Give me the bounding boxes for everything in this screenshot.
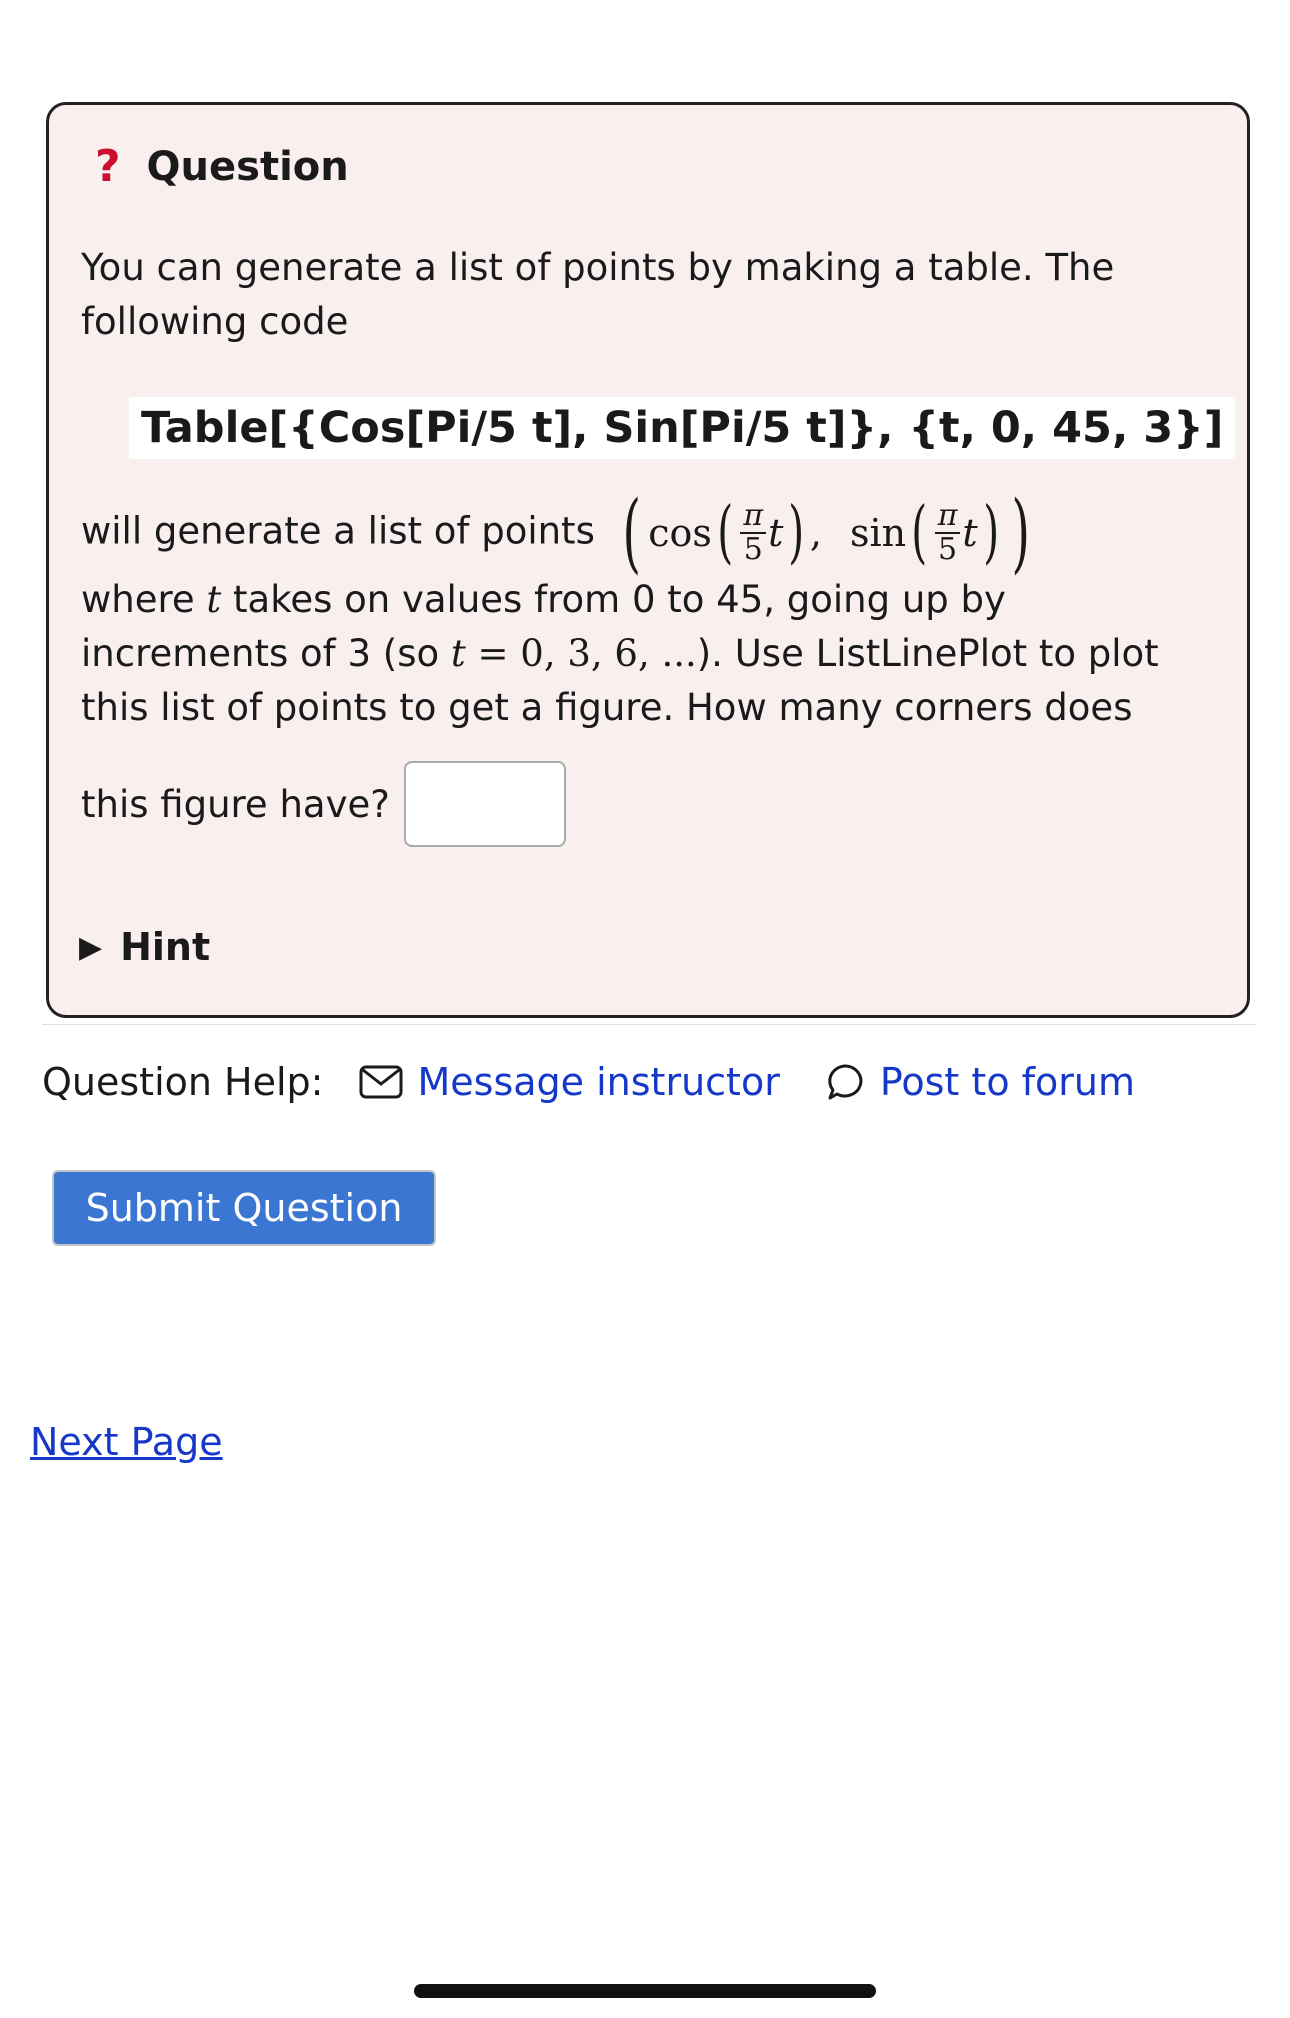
question-help-label: Question Help: xyxy=(42,1060,324,1104)
chat-bubble-icon xyxy=(828,1064,863,1100)
question-title: Question xyxy=(146,143,349,190)
question-body: where t takes on values from 0 to 45, go… xyxy=(81,578,1159,729)
triangle-right-icon: ▶ xyxy=(79,929,103,965)
formula-open-paren: ( xyxy=(622,483,641,583)
message-instructor-link[interactable]: Message instructor xyxy=(359,1060,780,1104)
formula-close-paren: ) xyxy=(1011,483,1031,583)
home-indicator xyxy=(414,1984,876,1998)
formula-prefix: will generate a list of points xyxy=(81,509,595,553)
submit-question-button[interactable]: Submit Question xyxy=(52,1170,436,1246)
formula-fraction: π 5 xyxy=(740,500,767,566)
answer-label: this figure have? xyxy=(81,782,390,826)
hint-label: Hint xyxy=(120,925,211,969)
formula-fraction: π 5 xyxy=(934,500,961,566)
formula-paren: ) xyxy=(788,493,805,572)
question-header: ? Question xyxy=(95,141,349,192)
answer-row: this figure have? xyxy=(81,761,566,847)
point-formula: ( cos ( π 5 t ) , sin ( π 5 t ) ) xyxy=(622,483,1031,583)
formula-paren: ( xyxy=(911,493,928,572)
divider xyxy=(42,1024,1256,1025)
formula-line: will generate a list of points ( cos ( π… xyxy=(81,483,1221,583)
envelope-icon xyxy=(359,1065,403,1099)
question-intro: You can generate a list of points by mak… xyxy=(81,246,1115,343)
answer-input[interactable] xyxy=(403,761,566,847)
question-help: Question Help: Message instructor Post t… xyxy=(42,1060,1181,1104)
post-to-forum-link[interactable]: Post to forum xyxy=(826,1060,1135,1104)
question-panel: ? Question You can generate a list of po… xyxy=(46,102,1250,1018)
formula-paren: ) xyxy=(982,493,999,572)
formula-sin: sin xyxy=(850,511,907,555)
code-snippet: Table[{Cos[Pi/5 t], Sin[Pi/5 t]}, {t, 0,… xyxy=(129,397,1236,459)
formula-paren: ( xyxy=(717,493,734,572)
formula-cos: cos xyxy=(648,511,712,555)
question-mark-icon: ? xyxy=(95,141,121,192)
next-page-link[interactable]: Next Page xyxy=(30,1420,223,1464)
page: ? Question You can generate a list of po… xyxy=(0,0,1290,2018)
hint-toggle[interactable]: ▶ Hint xyxy=(79,925,210,969)
